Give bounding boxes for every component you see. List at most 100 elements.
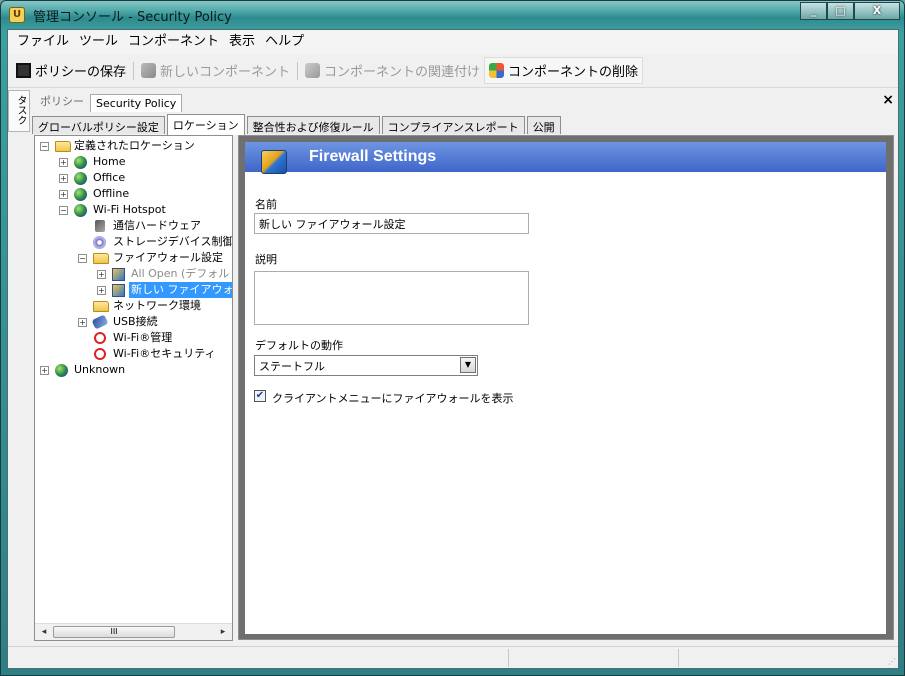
expand-icon[interactable]: + (59, 158, 68, 167)
location-globe-icon (74, 156, 87, 169)
maximize-button[interactable]: □ (827, 2, 854, 20)
folder-icon (55, 141, 71, 152)
tree-label: Wi-Fi®セキュリティ (113, 347, 216, 360)
default-action-select[interactable]: ステートフル ▼ (254, 355, 478, 376)
component-new-icon (141, 63, 157, 78)
tree-label: Home (93, 155, 126, 168)
tree-item-all-open[interactable]: + All Open (デフォルト (35, 266, 232, 282)
scroll-right-icon[interactable]: ▸ (217, 626, 229, 638)
tree-item-root[interactable]: − 定義されたロケーション (35, 138, 232, 154)
tree-item-comm-hardware[interactable]: 通信ハードウェア (35, 218, 232, 234)
tree-item-network-environment[interactable]: ネットワーク環境 (35, 298, 232, 314)
associate-component-label: コンポーネントの関連付け (324, 65, 481, 80)
storage-disk-icon (93, 236, 106, 249)
policy-label: ポリシー (40, 95, 84, 108)
menu-view[interactable]: 表示 (224, 30, 260, 54)
expand-icon[interactable]: + (59, 190, 68, 199)
tree-item-offline[interactable]: + Offline (35, 186, 232, 202)
title-bar[interactable]: U 管理コンソール - Security Policy _ □ X (1, 1, 904, 29)
collapse-icon[interactable]: − (40, 142, 49, 151)
tab-publish[interactable]: 公開 (526, 116, 561, 134)
delete-component-label: コンポーネントの削除 (508, 65, 639, 80)
tree-label: Office (93, 171, 126, 184)
tree-item-wifi-hotspot[interactable]: − Wi-Fi Hotspot (35, 202, 232, 218)
location-globe-icon (74, 188, 87, 201)
tab-compliance-report[interactable]: コンプライアンスレポート (381, 116, 525, 134)
name-label: 名前 (255, 198, 277, 211)
tree-item-new-firewall[interactable]: + 新しい ファイアウォー (35, 282, 232, 298)
collapse-icon[interactable]: − (59, 206, 68, 215)
collapse-icon[interactable]: − (78, 254, 87, 263)
hardware-icon (95, 220, 105, 232)
folder-icon (93, 301, 109, 312)
tree-label: 通信ハードウェア (113, 219, 201, 232)
status-segment (678, 649, 679, 667)
panel-title: Firewall Settings (309, 148, 437, 165)
close-document-icon[interactable]: × (882, 92, 894, 108)
tab-integrity-rules[interactable]: 整合性および修復ルール (246, 116, 380, 134)
panel-header: Firewall Settings (245, 142, 886, 174)
tree-item-unknown[interactable]: + Unknown (35, 362, 232, 378)
tree-label-selected: 新しい ファイアウォー (129, 282, 232, 298)
tree-label: Wi-Fi®管理 (113, 331, 173, 344)
delete-component-button[interactable]: コンポーネントの削除 (484, 57, 644, 84)
expand-icon[interactable]: + (59, 174, 68, 183)
save-icon (16, 63, 31, 78)
expand-icon[interactable]: + (40, 366, 49, 375)
new-component-label: 新しいコンポーネント (160, 65, 291, 80)
policy-tabs: グローバルポリシー設定 ロケーション 整合性および修復ルール コンプライアンスレ… (32, 114, 898, 135)
save-policy-button[interactable]: ポリシーの保存 (12, 58, 130, 83)
component-delete-icon (489, 63, 505, 78)
tree-item-wifi-security[interactable]: Wi-Fi®セキュリティ (35, 346, 232, 362)
tree-item-firewall-settings[interactable]: − ファイアウォール設定 (35, 250, 232, 266)
tree-label: Offline (93, 187, 130, 200)
expand-icon[interactable]: + (97, 286, 106, 295)
resize-grip-icon[interactable]: ⋰ (888, 657, 896, 666)
wifi-security-icon (94, 348, 106, 360)
show-in-client-checkbox[interactable]: ✔ (254, 390, 266, 402)
tab-global-policy[interactable]: グローバルポリシー設定 (32, 116, 165, 134)
tree-label: ネットワーク環境 (113, 299, 201, 312)
tree-label: All Open (デフォルト (131, 267, 233, 280)
wifi-icon (94, 332, 106, 344)
settings-frame: Firewall Settings 名前 新しい ファイアウォール設定 説明 デ… (238, 135, 894, 640)
usb-icon (91, 314, 109, 330)
close-window-button[interactable]: X (854, 2, 900, 20)
chevron-down-icon[interactable]: ▼ (460, 357, 476, 373)
menu-file[interactable]: ファイル (12, 30, 74, 54)
default-action-label: デフォルトの動作 (255, 339, 343, 352)
description-field[interactable] (254, 271, 529, 325)
folder-icon (93, 253, 109, 264)
toolbar: ポリシーの保存 新しいコンポーネント コンポーネントの関連付け コンポーネントの… (8, 54, 898, 88)
menu-component[interactable]: コンポーネント (123, 30, 224, 54)
show-in-client-label[interactable]: クライアントメニューにファイアウォールを表示 (272, 390, 514, 406)
tree-label: Wi-Fi Hotspot (93, 203, 166, 216)
task-side-tab[interactable]: タスク (8, 90, 30, 132)
tree-item-wifi-management[interactable]: Wi-Fi®管理 (35, 330, 232, 346)
tree-horizontal-scrollbar[interactable]: ◂ III ▸ (35, 623, 232, 640)
scroll-thumb[interactable]: III (53, 626, 175, 638)
expand-icon[interactable]: + (78, 318, 87, 327)
tree-item-home[interactable]: + Home (35, 154, 232, 170)
save-policy-label: ポリシーの保存 (35, 65, 127, 80)
window-title: 管理コンソール - Security Policy (33, 10, 232, 25)
task-side-tab-label: タスク (15, 95, 26, 125)
tab-locations[interactable]: ロケーション (166, 114, 245, 135)
name-field[interactable]: 新しい ファイアウォール設定 (254, 213, 529, 234)
client-area: ファイル ツール コンポーネント 表示 ヘルプ ポリシーの保存 新しいコンポーネ… (7, 29, 899, 669)
menu-help[interactable]: ヘルプ (260, 30, 309, 54)
location-globe-icon (74, 172, 87, 185)
tree-item-office[interactable]: + Office (35, 170, 232, 186)
app-window: U 管理コンソール - Security Policy _ □ X ファイル ツ… (0, 0, 905, 676)
expand-icon[interactable]: + (97, 270, 106, 279)
toolbar-separator (297, 61, 299, 80)
scroll-left-icon[interactable]: ◂ (38, 626, 50, 638)
document-tab-security-policy[interactable]: Security Policy (90, 94, 183, 112)
status-segment (508, 649, 509, 667)
associate-component-button[interactable]: コンポーネントの関連付け (301, 58, 484, 83)
new-component-button[interactable]: 新しいコンポーネント (137, 58, 294, 83)
tree-item-storage-control[interactable]: ストレージデバイス制御 (35, 234, 232, 250)
tree-item-usb[interactable]: + USB接続 (35, 314, 232, 330)
minimize-button[interactable]: _ (800, 2, 827, 20)
menu-tools[interactable]: ツール (74, 30, 123, 54)
